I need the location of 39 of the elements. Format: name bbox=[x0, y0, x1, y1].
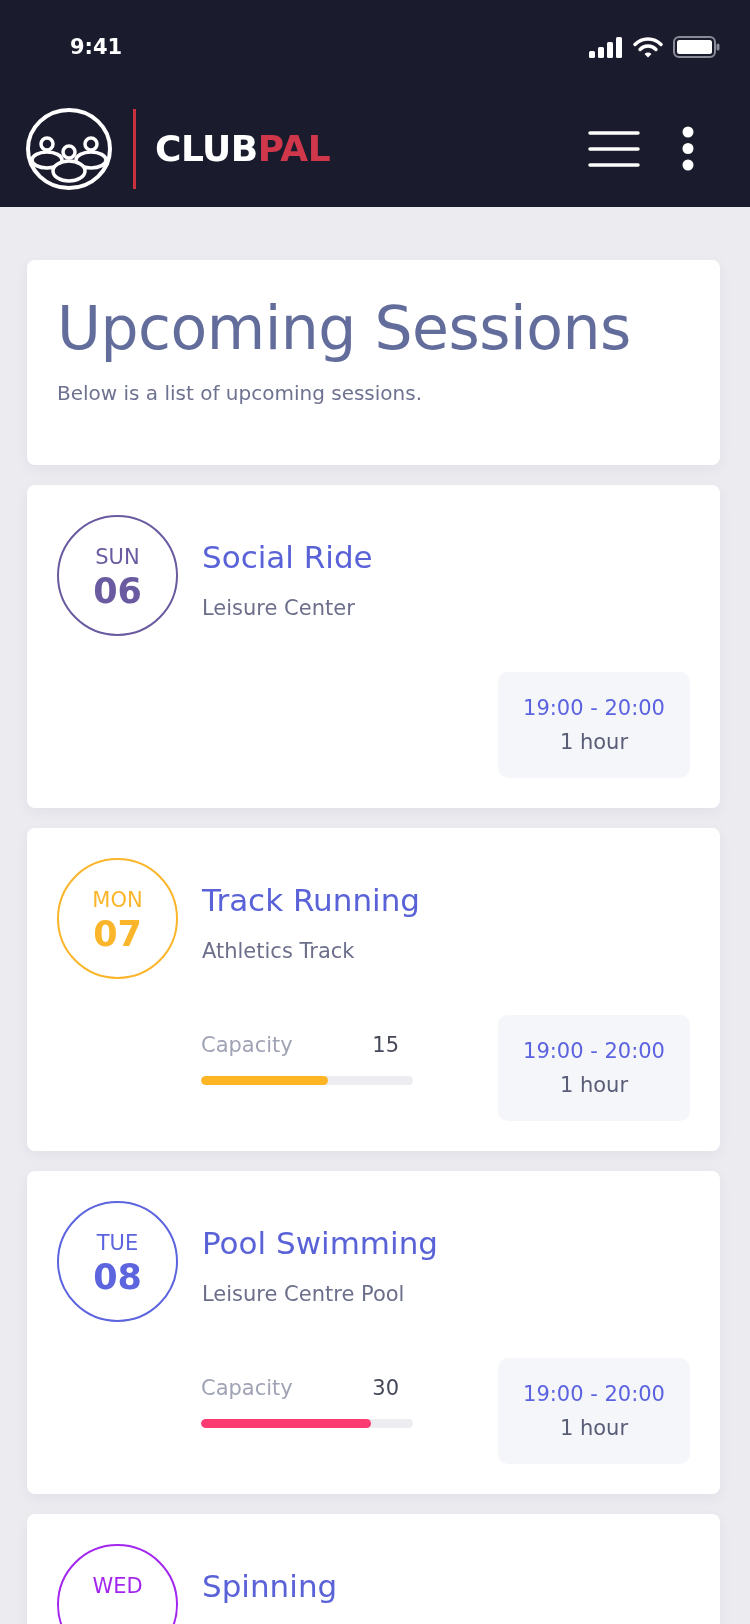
date-number: 07 bbox=[93, 915, 142, 953]
menu-button[interactable] bbox=[588, 130, 640, 167]
duration-text: 1 hour bbox=[559, 1072, 629, 1099]
date-number: 08 bbox=[93, 1258, 142, 1296]
more-options-icon bbox=[682, 126, 694, 171]
time-range: 19:00 - 20:00 bbox=[523, 1038, 665, 1065]
time-range: 19:00 - 20:00 bbox=[523, 695, 665, 722]
session-card[interactable]: SUN 06 Social Ride Leisure Center 19:00 - 20:00 1 hour bbox=[27, 485, 720, 808]
day-label: SUN bbox=[95, 545, 140, 569]
wifi-icon bbox=[633, 36, 663, 58]
brand-name: CLUBPAL bbox=[155, 126, 331, 171]
signal-icon bbox=[589, 36, 623, 58]
day-label: WED bbox=[92, 1574, 143, 1598]
duration-text: 1 hour bbox=[559, 729, 629, 756]
menu-icon bbox=[588, 130, 640, 167]
session-title: Social Ride bbox=[202, 538, 373, 577]
capacity-label: Capacity bbox=[201, 1032, 293, 1059]
session-card[interactable]: WED Spinning bbox=[27, 1514, 720, 1624]
page-subtitle: Below is a list of upcoming sessions. bbox=[57, 380, 424, 407]
page-title: Upcoming Sessions bbox=[57, 292, 632, 364]
session-title: Track Running bbox=[202, 881, 420, 920]
day-label: TUE bbox=[96, 1231, 139, 1255]
session-card[interactable]: TUE 08 Pool Swimming Leisure Centre Pool Capacity 30 19:00 - 20:00 1 hour bbox=[27, 1171, 720, 1494]
session-location: Leisure Center bbox=[202, 595, 356, 622]
session-title: Spinning bbox=[202, 1567, 338, 1606]
capacity-count: 30 bbox=[372, 1375, 399, 1402]
day-label: MON bbox=[92, 888, 143, 912]
duration-text: 1 hour bbox=[559, 1415, 629, 1442]
session-location: Athletics Track bbox=[202, 938, 356, 965]
session-card[interactable]: MON 07 Track Running Athletics Track Capacity 15 19:00 - 20:00 1 hour bbox=[27, 828, 720, 1151]
people-group-logo-icon bbox=[26, 107, 112, 190]
date-number: 06 bbox=[93, 572, 142, 610]
capacity-count: 15 bbox=[372, 1032, 399, 1059]
time-range: 19:00 - 20:00 bbox=[523, 1381, 665, 1408]
status-time: 9:41 bbox=[70, 34, 123, 60]
session-location: Leisure Centre Pool bbox=[202, 1281, 406, 1308]
capacity-label: Capacity bbox=[201, 1375, 293, 1402]
battery-icon bbox=[673, 36, 720, 58]
session-title: Pool Swimming bbox=[202, 1224, 438, 1263]
